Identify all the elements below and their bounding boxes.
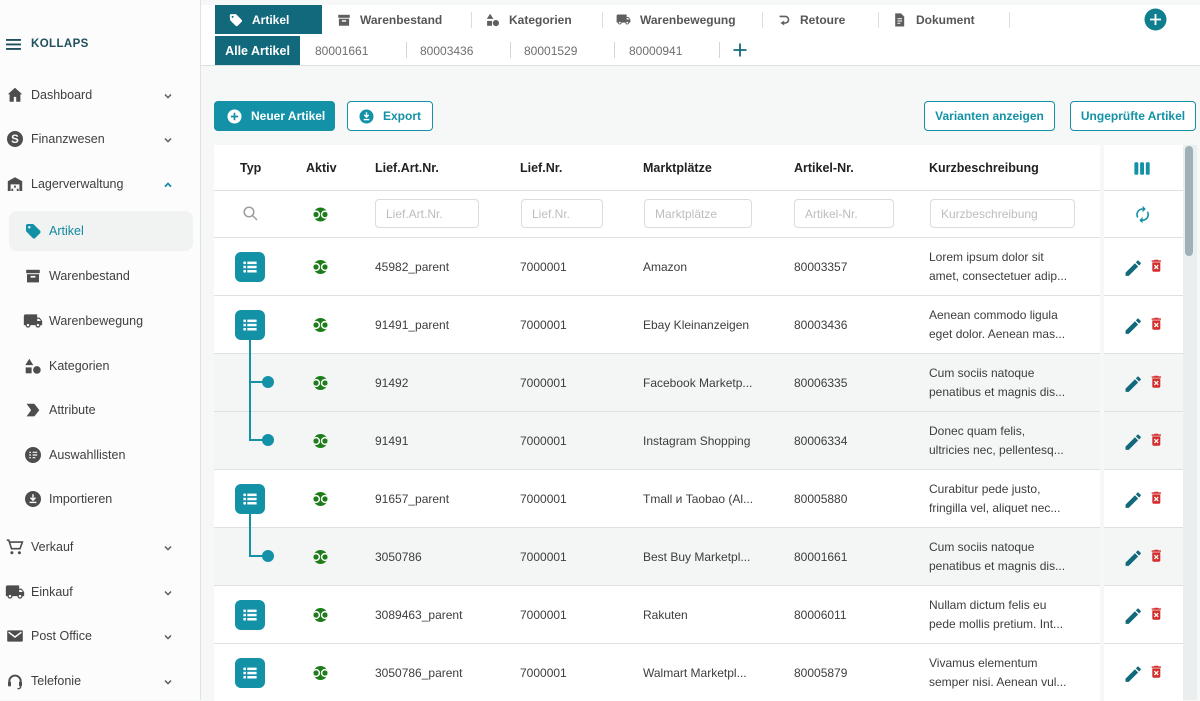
svg-text:S: S: [11, 134, 19, 146]
